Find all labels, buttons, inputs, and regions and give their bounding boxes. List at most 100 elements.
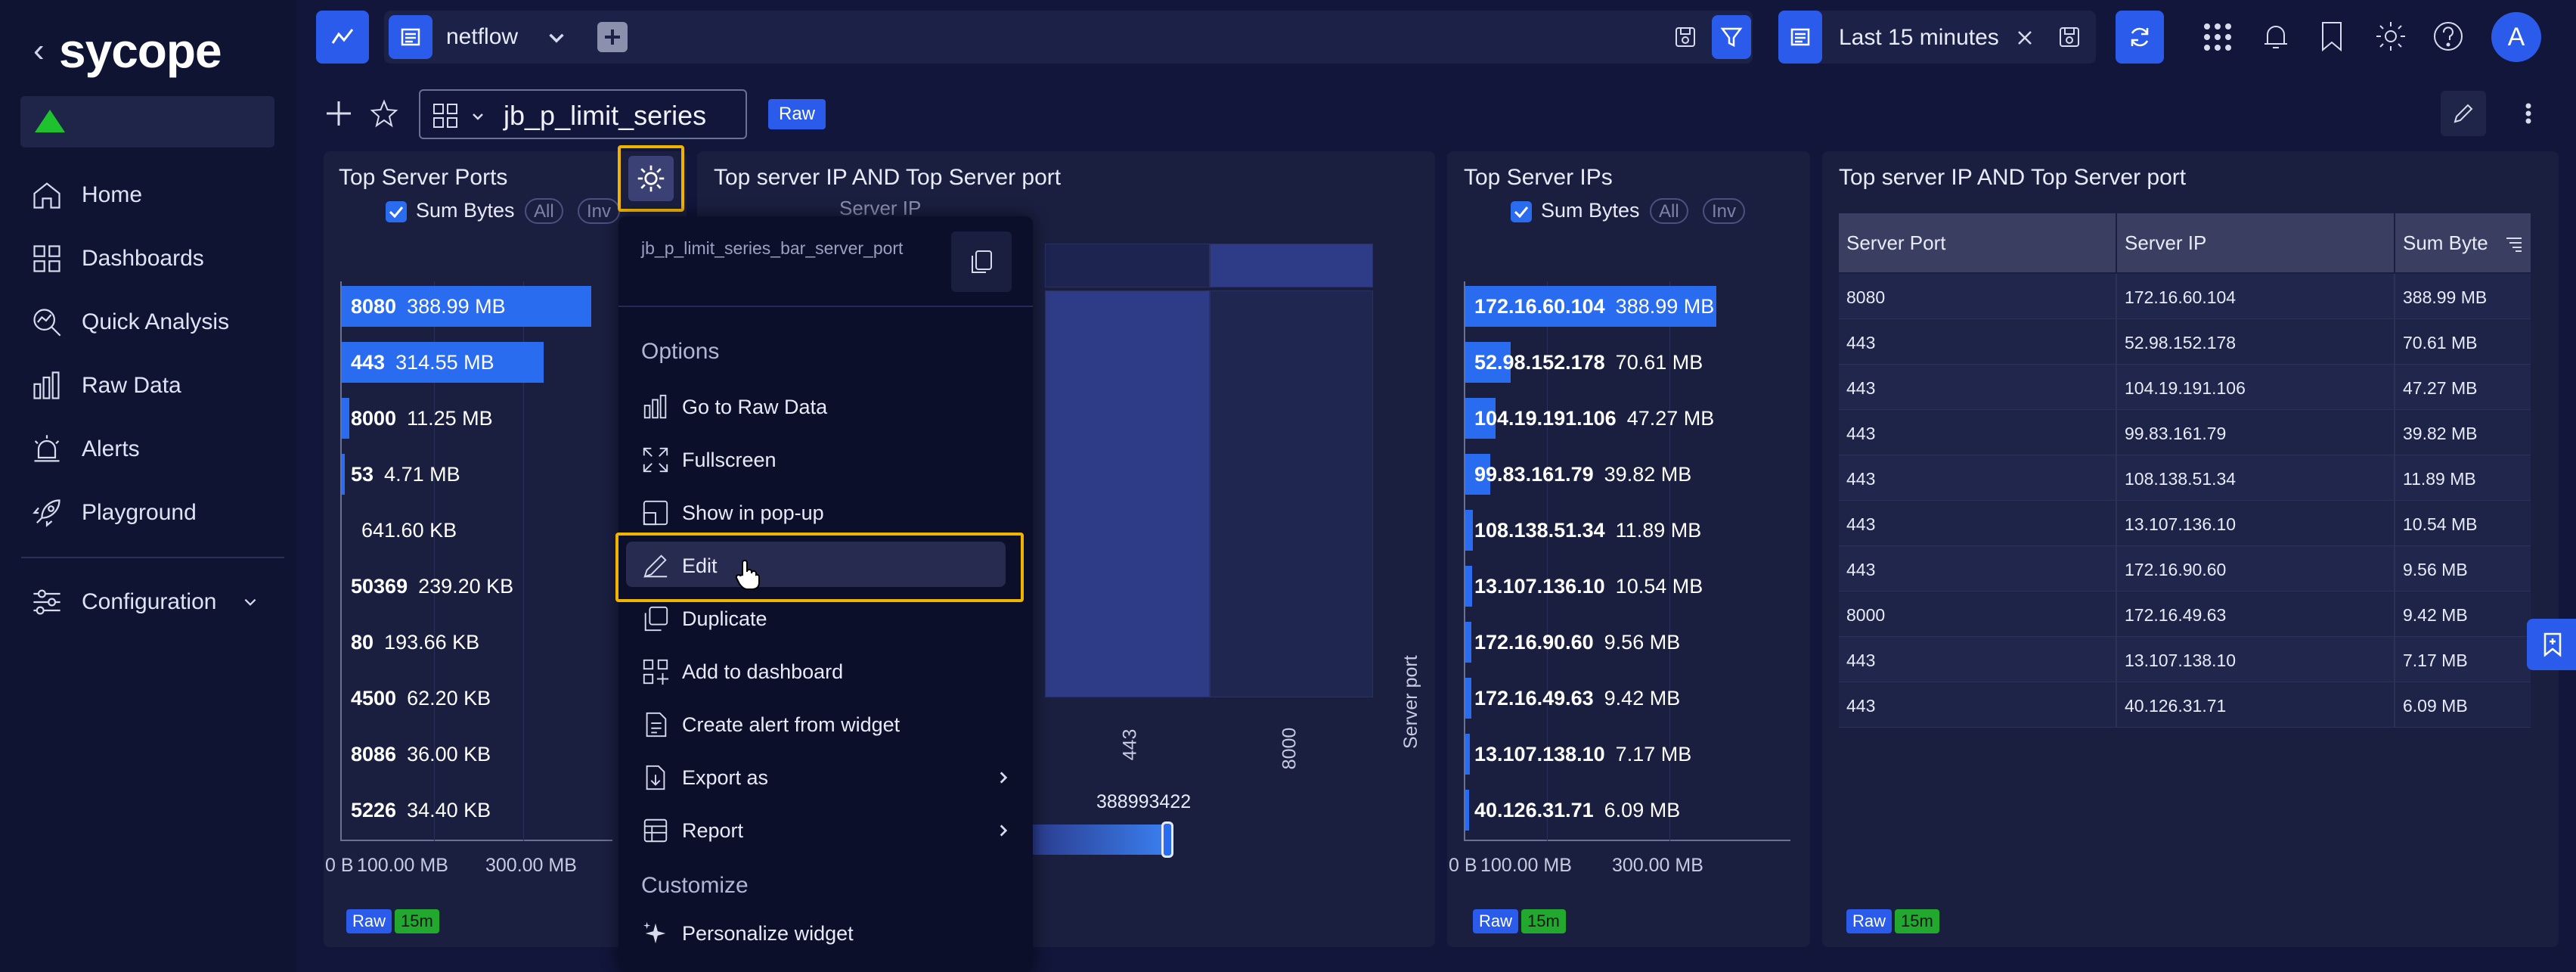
menu-item-export-as[interactable]: Export as bbox=[641, 755, 1012, 800]
pill-inv[interactable]: Inv bbox=[578, 198, 621, 224]
chevron-down-icon[interactable] bbox=[546, 27, 567, 48]
bar-row[interactable]: 53 4.71 MB bbox=[342, 449, 591, 495]
fullscreen-icon bbox=[643, 447, 668, 473]
time-type-button[interactable] bbox=[1778, 11, 1822, 64]
pill-all[interactable]: All bbox=[1650, 198, 1688, 224]
bar-row[interactable]: 8086 36.00 KB bbox=[342, 729, 591, 775]
column-menu-icon[interactable] bbox=[2505, 234, 2523, 253]
bar-row[interactable]: 13.107.136.10 10.54 MB bbox=[1465, 561, 1716, 607]
table-row[interactable]: 443 104.19.191.106 47.27 MB bbox=[1839, 365, 2531, 410]
plus-icon[interactable] bbox=[324, 98, 354, 129]
pill-inv[interactable]: Inv bbox=[1703, 198, 1746, 224]
bar[interactable] bbox=[1465, 678, 1471, 719]
add-query-button[interactable] bbox=[597, 22, 628, 52]
bar[interactable] bbox=[342, 454, 345, 495]
edit-dashboard-button[interactable] bbox=[2441, 91, 2486, 136]
table-row[interactable]: 8080 172.16.60.104 388.99 MB bbox=[1839, 274, 2531, 319]
menu-item-personalize-widget[interactable]: Personalize widget bbox=[641, 911, 854, 956]
close-icon[interactable] bbox=[2016, 29, 2034, 47]
bar-row[interactable]: 104.19.191.106 47.27 MB bbox=[1465, 393, 1716, 439]
bar[interactable] bbox=[1465, 566, 1472, 607]
table-row[interactable]: 443 172.16.90.60 9.56 MB bbox=[1839, 546, 2531, 592]
bar-row[interactable]: 8080 388.99 MB bbox=[342, 281, 591, 327]
pill-all[interactable]: All bbox=[525, 198, 563, 224]
bar[interactable] bbox=[342, 398, 349, 439]
table-row[interactable]: 8000 172.16.49.63 9.42 MB bbox=[1839, 592, 2531, 637]
time-range-value[interactable]: Last 15 minutes bbox=[1839, 25, 1999, 51]
source-select-value[interactable]: netflow bbox=[446, 24, 518, 50]
refresh-button[interactable] bbox=[2116, 11, 2164, 64]
menu-item-create-alert[interactable]: Create alert from widget bbox=[641, 702, 900, 747]
bar-label: 172.16.90.60 9.56 MB bbox=[1474, 631, 1680, 654]
star-icon[interactable] bbox=[369, 98, 399, 129]
bar-row[interactable]: 99.83.161.79 39.82 MB bbox=[1465, 449, 1716, 495]
bar[interactable] bbox=[1465, 734, 1470, 775]
bar-row[interactable]: 80 193.66 KB bbox=[342, 617, 591, 663]
bar[interactable] bbox=[1465, 510, 1473, 551]
sidebar-item-home[interactable]: Home bbox=[30, 172, 280, 218]
bar-row[interactable]: 172.16.60.104 388.99 MB bbox=[1465, 281, 1716, 327]
sidebar-item-playground[interactable]: Playground bbox=[30, 490, 280, 536]
widget-settings-button[interactable] bbox=[618, 145, 684, 212]
bar-row[interactable]: 8000 11.25 MB bbox=[342, 393, 591, 439]
save-time-icon[interactable] bbox=[2057, 24, 2082, 50]
filter-button[interactable] bbox=[1712, 15, 1751, 59]
bar-row[interactable]: 641.60 KB bbox=[342, 505, 591, 551]
sidebar-item-raw-data[interactable]: Raw Data bbox=[30, 363, 280, 408]
bar-value: 239.20 KB bbox=[418, 575, 514, 598]
bar[interactable] bbox=[1465, 622, 1472, 663]
bookmark-icon[interactable] bbox=[2317, 20, 2347, 53]
sidebar-item-configuration[interactable]: Configuration bbox=[30, 579, 272, 625]
bar-row[interactable]: 172.16.90.60 9.56 MB bbox=[1465, 617, 1716, 663]
bar-row[interactable]: 50369 239.20 KB bbox=[342, 561, 591, 607]
save-query-icon[interactable] bbox=[1672, 24, 1698, 50]
legend-slider-handle[interactable] bbox=[1161, 821, 1173, 858]
activity-button[interactable] bbox=[316, 11, 369, 64]
menu-item-fullscreen[interactable]: Fullscreen bbox=[641, 437, 777, 483]
menu-item-duplicate[interactable]: Duplicate bbox=[641, 596, 767, 641]
help-icon[interactable] bbox=[2432, 20, 2465, 53]
more-options-button[interactable] bbox=[2509, 91, 2548, 136]
table-row[interactable]: 443 40.126.31.71 6.09 MB bbox=[1839, 682, 2531, 728]
column-header[interactable]: Server IP bbox=[2117, 213, 2394, 272]
menu-item-show-in-pop-up[interactable]: Show in pop-up bbox=[641, 490, 824, 536]
bar-row[interactable]: 4500 62.20 KB bbox=[342, 673, 591, 719]
sidebar-item-alerts[interactable]: Alerts bbox=[30, 427, 280, 472]
bar-row[interactable]: 13.107.138.10 7.17 MB bbox=[1465, 729, 1716, 775]
bar-row[interactable]: 443 314.55 MB bbox=[342, 337, 591, 383]
bar[interactable] bbox=[1465, 790, 1470, 831]
column-header[interactable]: Sum Byte bbox=[2395, 213, 2531, 272]
table-row[interactable]: 443 13.107.136.10 10.54 MB bbox=[1839, 501, 2531, 546]
bookmark-side-tab[interactable] bbox=[2527, 619, 2576, 670]
bar-value: 11.25 MB bbox=[407, 407, 493, 430]
bell-icon[interactable] bbox=[2261, 21, 2291, 51]
sidebar-item-dashboards[interactable]: Dashboards bbox=[30, 236, 280, 281]
bar-row[interactable]: 172.16.49.63 9.42 MB bbox=[1465, 673, 1716, 719]
menu-item-add-to-dashboard[interactable]: Add to dashboard bbox=[641, 649, 843, 694]
table-row[interactable]: 443 52.98.152.178 70.61 MB bbox=[1839, 319, 2531, 365]
source-type-button[interactable] bbox=[389, 15, 432, 59]
series-checkbox[interactable] bbox=[1511, 201, 1532, 222]
y-tick: 443 bbox=[1119, 728, 1141, 761]
bar-row[interactable]: 52.98.152.178 70.61 MB bbox=[1465, 337, 1716, 383]
color-legend bbox=[1030, 824, 1167, 855]
series-checkbox[interactable] bbox=[386, 201, 407, 222]
menu-item-go-to-raw-data[interactable]: Go to Raw Data bbox=[641, 384, 827, 430]
sidebar-item-quick-analysis[interactable]: Quick Analysis bbox=[30, 300, 280, 345]
table-row[interactable]: 443 108.138.51.34 11.89 MB bbox=[1839, 455, 2531, 501]
menu-item-edit[interactable]: Edit bbox=[641, 543, 718, 588]
column-header[interactable]: Server Port bbox=[1839, 213, 2116, 272]
gear-icon[interactable] bbox=[2374, 20, 2407, 53]
bar-row[interactable]: 108.138.51.34 11.89 MB bbox=[1465, 505, 1716, 551]
menu-item-report[interactable]: Report bbox=[641, 808, 1012, 853]
avatar[interactable]: A bbox=[2491, 12, 2541, 62]
bar-row[interactable]: 5226 34.40 KB bbox=[342, 785, 591, 831]
apps-grid-icon[interactable] bbox=[2202, 21, 2233, 53]
sidebar-item-label: Raw Data bbox=[82, 373, 181, 398]
table-row[interactable]: 443 13.107.138.10 7.17 MB bbox=[1839, 637, 2531, 682]
bar-row[interactable]: 40.126.31.71 6.09 MB bbox=[1465, 785, 1716, 831]
copy-id-button[interactable] bbox=[951, 231, 1012, 292]
back-chevron[interactable]: ‹ bbox=[33, 32, 45, 70]
dashboard-selector[interactable]: jb_p_limit_series bbox=[419, 89, 747, 139]
table-row[interactable]: 443 99.83.161.79 39.82 MB bbox=[1839, 410, 2531, 455]
